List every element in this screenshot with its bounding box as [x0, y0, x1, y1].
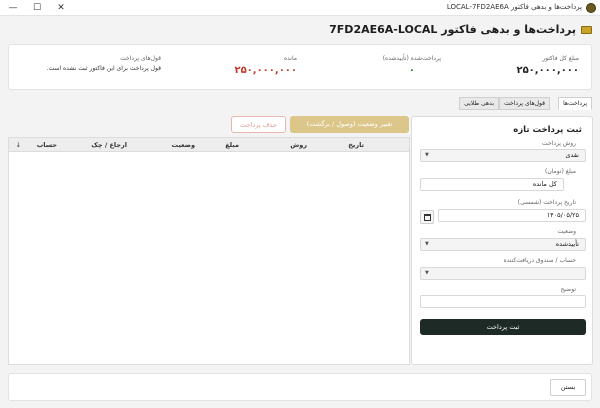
app-icon — [586, 3, 596, 13]
remaining-label: مانده — [283, 55, 297, 62]
amount-label: مبلغ (تومان) — [544, 168, 576, 175]
col-account[interactable]: حساب — [37, 141, 57, 149]
footer-bar: بستن — [8, 373, 592, 401]
tab-gold-debt[interactable]: بدهی طلایی — [459, 97, 499, 110]
form-title: ثبت پرداخت تازه — [513, 125, 582, 135]
payments-table[interactable]: ↓ تاریخ روش مبلغ وضعیت ارجاع / چک حساب — [8, 137, 410, 365]
description-label: توضیح — [560, 286, 576, 293]
maximize-button[interactable]: ☐ — [26, 1, 48, 15]
chevron-down-icon: ▼ — [425, 152, 429, 158]
method-select[interactable]: نقدی ▼ — [420, 149, 586, 162]
confirmed-value: ۰ — [408, 65, 415, 76]
wallet-icon — [581, 26, 592, 34]
col-date[interactable]: تاریخ — [348, 141, 364, 149]
tab-payments[interactable]: پرداخت‌ها — [558, 97, 592, 110]
remaining-value: ۲۵۰,۰۰۰,۰۰۰ — [234, 65, 297, 76]
tab-installments[interactable]: قول‌های پرداخت — [499, 97, 550, 110]
col-amount[interactable]: مبلغ — [225, 141, 239, 149]
minimize-button[interactable]: — — [2, 1, 24, 15]
calendar-icon — [424, 214, 431, 221]
date-label: تاریخ پرداخت (شمسی) — [517, 199, 576, 206]
summary-remaining: مانده ۲۵۰,۰۰۰,۰۰۰ — [234, 55, 297, 76]
description-input[interactable] — [420, 295, 586, 308]
summary-total: مبلغ کل فاکتور ۲۵۰,۰۰۰,۰۰۰ — [516, 55, 579, 76]
window-title: پرداخت‌ها و بدهی فاکتور LOCAL-7FD2AE6A — [446, 3, 582, 11]
installments-note: قول پرداخت برای این فاکتور ثبت نشده است. — [46, 65, 161, 72]
amount-input[interactable]: کل مانده — [420, 178, 564, 191]
account-select[interactable]: ▼ — [420, 267, 586, 280]
col-reference[interactable]: ارجاع / چک — [91, 141, 127, 149]
confirmed-label: پرداخت‌شده (تأییدشده) — [382, 55, 441, 62]
page-title: پرداخت‌ها و بدهی فاکتور 7FD2AE6A-LOCAL — [329, 23, 576, 36]
status-value: تأییدشده — [555, 240, 579, 248]
calendar-button[interactable] — [420, 210, 434, 224]
new-payment-form: ثبت پرداخت تازه روش پرداخت نقدی ▼ مبلغ (… — [411, 116, 593, 365]
summary-installments: قول‌های پرداخت قول پرداخت برای این فاکتو… — [47, 55, 161, 72]
delete-payment-button[interactable]: حذف پرداخت — [231, 116, 286, 133]
close-window-button[interactable]: ✕ — [50, 1, 72, 15]
method-label: روش پرداخت — [542, 140, 576, 147]
summary-confirmed: پرداخت‌شده (تأییدشده) ۰ — [383, 55, 441, 76]
installments-label: قول‌های پرداخت — [120, 55, 161, 62]
col-method[interactable]: روش — [290, 141, 307, 149]
table-header: ↓ تاریخ روش مبلغ وضعیت ارجاع / چک حساب — [9, 138, 409, 152]
submit-payment-button[interactable]: ثبت پرداخت — [420, 319, 586, 335]
chevron-down-icon: ▼ — [425, 241, 429, 247]
status-select[interactable]: تأییدشده ▼ — [420, 238, 586, 251]
method-value: نقدی — [565, 151, 579, 159]
close-button[interactable]: بستن — [550, 379, 586, 396]
page-header: پرداخت‌ها و بدهی فاکتور 7FD2AE6A-LOCAL — [0, 18, 600, 42]
sort-indicator[interactable]: ↓ — [16, 141, 21, 149]
total-label: مبلغ کل فاکتور — [542, 55, 579, 62]
date-input[interactable]: ۱۴۰۵/۰۵/۲۵ — [438, 209, 586, 222]
account-label: حساب / صندوق دریافت‌کننده — [503, 257, 577, 264]
change-status-button[interactable]: تغییر وضعیت (وصول / برگشت) — [290, 116, 409, 133]
status-label: وضعیت — [557, 228, 576, 235]
col-status[interactable]: وضعیت — [171, 141, 195, 149]
chevron-down-icon: ▼ — [425, 270, 429, 276]
tab-bar: پرداخت‌ها قول‌های پرداخت بدهی طلایی — [452, 97, 592, 110]
invoice-summary-card: مبلغ کل فاکتور ۲۵۰,۰۰۰,۰۰۰ پرداخت‌شده (ت… — [8, 44, 592, 90]
title-bar: پرداخت‌ها و بدهی فاکتور LOCAL-7FD2AE6A —… — [0, 0, 600, 16]
total-value: ۲۵۰,۰۰۰,۰۰۰ — [516, 65, 579, 76]
